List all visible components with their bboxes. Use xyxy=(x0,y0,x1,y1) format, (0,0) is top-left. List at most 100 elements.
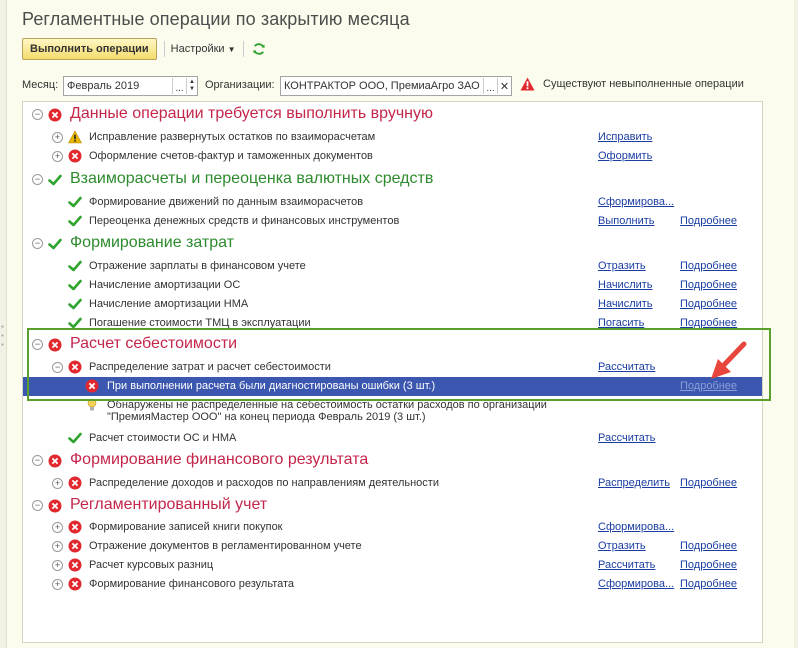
check-icon xyxy=(48,173,62,187)
error-icon xyxy=(68,520,82,534)
operation-row[interactable]: + Оформление счетов-фактур и таможенных д… xyxy=(23,147,762,166)
splitter-handle[interactable]: ▪ ▪ ▪ xyxy=(1,322,4,349)
month-spinner[interactable]: ▲ ▼ xyxy=(186,78,197,94)
toolbar: Выполнить операции Настройки ▼ xyxy=(22,38,268,60)
group-row[interactable]: − Регламентированный учет xyxy=(23,495,762,517)
operation-action-link[interactable]: Начислить xyxy=(598,279,653,291)
operation-row-selected[interactable]: При выполнении расчета были диагностиров… xyxy=(23,377,762,396)
operation-row[interactable]: Обнаружены не распределенные на себестои… xyxy=(23,396,762,429)
operation-action-link[interactable]: Рассчитать xyxy=(598,361,655,373)
operation-label: Отражение зарплаты в финансовом учете xyxy=(89,260,306,272)
operation-label: Погашение стоимости ТМЦ в эксплуатации xyxy=(89,317,311,329)
operations-tree: − Данные операции требуется выполнить вру… xyxy=(22,101,763,643)
month-value: Февраль 2019 xyxy=(67,80,140,92)
details-link[interactable]: Подробнее xyxy=(680,215,737,227)
operation-action-link[interactable]: Отразить xyxy=(598,540,646,552)
expand-icon[interactable]: + xyxy=(52,541,63,552)
collapse-icon[interactable]: − xyxy=(32,455,43,466)
operation-label: Обнаружены не распределенные на себестои… xyxy=(107,399,547,411)
operation-row[interactable]: Начисление амортизации НМА Начислить Подро… xyxy=(23,295,762,314)
check-icon xyxy=(68,316,82,330)
operation-action-link[interactable]: Выполнить xyxy=(598,215,654,227)
expand-icon[interactable]: + xyxy=(52,478,63,489)
expand-icon[interactable]: + xyxy=(52,522,63,533)
details-link[interactable]: Подробнее xyxy=(680,279,737,291)
operation-action-link[interactable]: Распределить xyxy=(598,477,670,489)
run-operations-button[interactable]: Выполнить операции xyxy=(22,38,157,60)
warning-text: Существуют невыполненные операции xyxy=(543,78,744,90)
operation-row[interactable]: + Расчет курсовых разниц Рассчитать Подробн… xyxy=(23,556,762,575)
check-icon xyxy=(68,214,82,228)
org-value: КОНТРАКТОР ООО, ПремиаАгро ЗАО xyxy=(284,80,480,92)
operation-action-link[interactable]: Погасить xyxy=(598,317,644,329)
group-title: Взаиморасчеты и переоценка валютных сред… xyxy=(70,170,434,187)
group-row[interactable]: − Данные операции требуется выполнить вру… xyxy=(23,104,762,126)
details-link[interactable]: Подробнее xyxy=(680,578,737,590)
operation-row[interactable]: Отражение зарплаты в финансовом учете Отр… xyxy=(23,257,762,276)
error-icon xyxy=(68,558,82,572)
clear-icon[interactable]: ✕ xyxy=(497,78,511,94)
operation-label: Формирование записей книги покупок xyxy=(89,521,283,533)
operation-action-link[interactable]: Исправить xyxy=(598,131,652,143)
group-row[interactable]: − Взаиморасчеты и переоценка валютных сре… xyxy=(23,169,762,191)
operation-row[interactable]: + Формирование записей книги покупок Сформ… xyxy=(23,518,762,537)
group-title: Данные операции требуется выполнить вруч… xyxy=(70,105,434,122)
warning-icon xyxy=(520,77,535,91)
details-link[interactable]: Подробнее xyxy=(680,317,737,329)
operation-row[interactable]: Переоценка денежных средств и финансовых… xyxy=(23,212,762,231)
operation-label: Распределение затрат и расчет себестоимо… xyxy=(89,361,331,373)
collapse-icon[interactable]: − xyxy=(32,339,43,350)
operation-action-link[interactable]: Сформирова... xyxy=(598,578,674,590)
operation-row[interactable]: Начисление амортизации ОС Начислить Подроб… xyxy=(23,276,762,295)
error-icon xyxy=(68,360,82,374)
expand-icon[interactable]: + xyxy=(52,151,63,162)
toolbar-separator xyxy=(242,41,244,57)
group-row[interactable]: − Формирование финансового результата xyxy=(23,450,762,472)
operation-action-link[interactable]: Сформирова... xyxy=(598,521,674,533)
operation-action-link[interactable]: Начислить xyxy=(598,298,653,310)
details-link[interactable]: Подробнее xyxy=(680,559,737,571)
operation-row[interactable]: Расчет стоимости ОС и НМА Рассчитать xyxy=(23,429,762,448)
expand-icon[interactable]: + xyxy=(52,560,63,571)
operation-row[interactable]: + Отражение документов в регламентированн… xyxy=(23,537,762,556)
settings-menu[interactable]: Настройки ▼ xyxy=(171,43,236,55)
annotation-arrow-icon xyxy=(711,341,747,379)
details-link[interactable]: Подробнее xyxy=(680,477,737,489)
operation-row[interactable]: − Распределение затрат и расчет себестоим… xyxy=(23,358,762,377)
details-link[interactable]: Подробнее xyxy=(680,260,737,272)
collapse-icon[interactable]: − xyxy=(32,238,43,249)
chevron-down-icon: ▼ xyxy=(227,44,236,54)
right-edge xyxy=(794,0,798,648)
operation-label: Отражение документов в регламентированно… xyxy=(89,540,362,552)
refresh-icon[interactable] xyxy=(250,40,268,58)
operation-action-link[interactable]: Рассчитать xyxy=(598,432,655,444)
operation-row[interactable]: Формирование движений по данным взаимора… xyxy=(23,193,762,212)
details-link[interactable]: Подробнее xyxy=(680,298,737,310)
check-icon xyxy=(68,195,82,209)
operation-action-link[interactable]: Отразить xyxy=(598,260,646,272)
operation-row[interactable]: + Распределение доходов и расходов по нап… xyxy=(23,474,762,493)
window-title: Регламентные операции по закрытию месяца xyxy=(22,9,410,29)
expand-icon[interactable]: − xyxy=(52,362,63,373)
operation-row[interactable]: + Исправление развернутых остатков по вза… xyxy=(23,128,762,147)
expand-icon[interactable]: + xyxy=(52,132,63,143)
collapse-icon[interactable]: − xyxy=(32,500,43,511)
operation-label-line2: "ПремияМастер ООО" на конец периода Февр… xyxy=(107,411,426,423)
expand-icon[interactable]: + xyxy=(52,579,63,590)
month-field[interactable]: Февраль 2019 ... ▲ ▼ xyxy=(63,76,198,96)
org-field[interactable]: КОНТРАКТОР ООО, ПремиаАгро ЗАО ... ✕ xyxy=(280,76,512,96)
operation-row[interactable]: Погашение стоимости ТМЦ в эксплуатации По… xyxy=(23,314,762,333)
group-row[interactable]: − Формирование затрат xyxy=(23,233,762,255)
collapse-icon[interactable]: − xyxy=(32,109,43,120)
operation-action-link[interactable]: Рассчитать xyxy=(598,559,655,571)
group-row[interactable]: − Расчет себестоимости xyxy=(23,334,762,356)
operation-label: Исправление развернутых остатков по взаи… xyxy=(89,131,376,143)
collapse-icon[interactable]: − xyxy=(32,174,43,185)
operation-action-link[interactable]: Сформирова... xyxy=(598,196,674,208)
operation-row[interactable]: + Формирование финансового результата Сфор… xyxy=(23,575,762,594)
org-select-button[interactable]: ... xyxy=(483,78,497,94)
month-select-button[interactable]: ... xyxy=(172,78,186,94)
operation-label: Формирование движений по данным взаимора… xyxy=(89,196,364,208)
details-link[interactable]: Подробнее xyxy=(680,540,737,552)
operation-action-link[interactable]: Оформить xyxy=(598,150,652,162)
